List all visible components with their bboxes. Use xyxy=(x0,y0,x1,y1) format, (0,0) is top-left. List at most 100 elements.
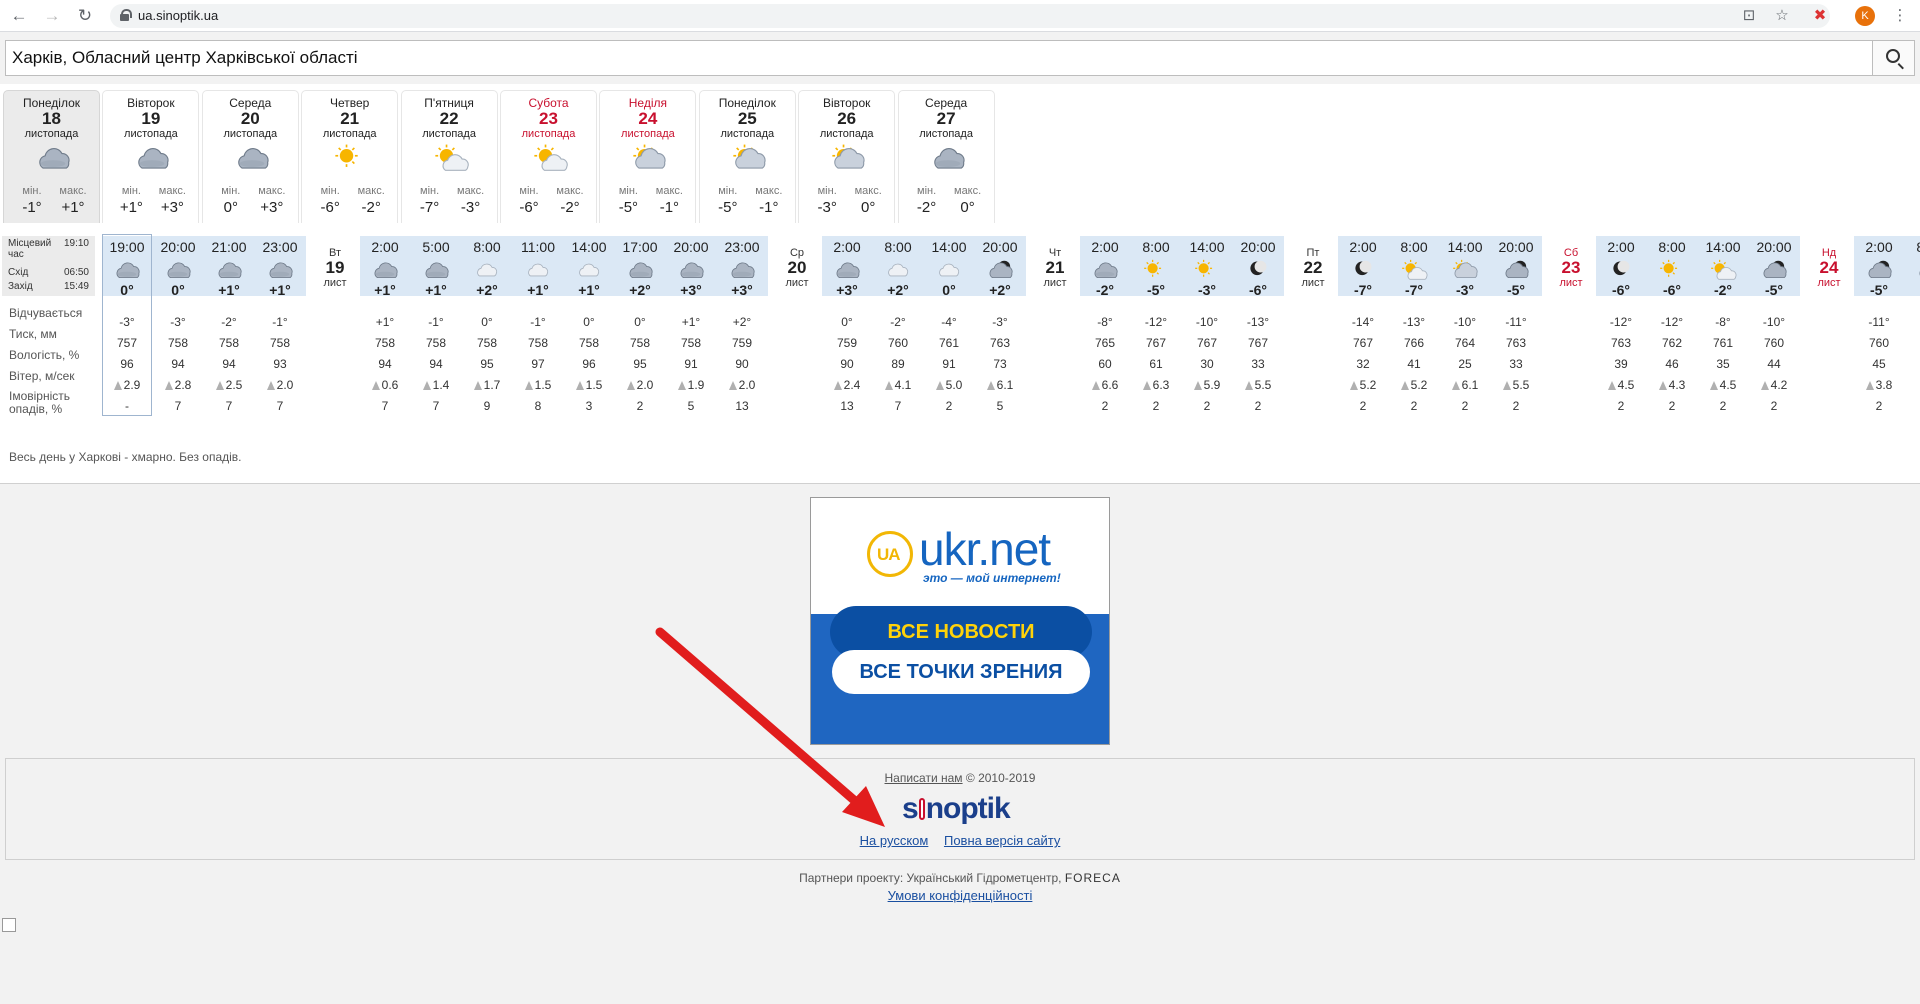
hour-pressure: 758 xyxy=(374,336,396,350)
footer-copyright: Написати нам © 2010-2019 xyxy=(884,771,1036,785)
hour-wind: 5.9 xyxy=(1182,378,1232,392)
divider-day: 21 xyxy=(1045,258,1065,277)
hour-pressure: 758 xyxy=(167,336,189,350)
wind-arrow-icon xyxy=(728,381,737,390)
wind-speed: 2.0 xyxy=(738,378,756,392)
day-tab-21[interactable]: Четвер 21 листопада мін. макс. -6° -2° xyxy=(301,90,399,223)
partly-cloudy-icon xyxy=(730,143,768,173)
hour-humidity: 93 xyxy=(273,357,287,371)
forward-arrow-icon[interactable]: → xyxy=(41,5,63,27)
cloud-icon xyxy=(521,259,555,281)
russian-language-link[interactable]: На русском xyxy=(860,833,929,848)
hour-precip: 2 xyxy=(636,399,644,413)
hour-feels: -10 xyxy=(1905,315,1920,329)
hour-time: 2:00 xyxy=(1607,239,1635,255)
wind-speed: 6.1 xyxy=(996,378,1014,392)
forecast-panel: Понеділок 18 листопада мін. макс. -1° +1° Вівто… xyxy=(0,84,1920,484)
hour-pressure: 763 xyxy=(1610,336,1632,350)
sun-icon xyxy=(1139,259,1173,281)
hour-feels: +1° xyxy=(681,315,701,329)
sun-sunrise: 06:50 xyxy=(63,267,89,278)
wind-speed: 6.1 xyxy=(1461,378,1479,392)
divider-month: лист xyxy=(1301,277,1325,289)
write-us-link[interactable]: Написати нам xyxy=(885,771,963,785)
hour-time: 8:00 xyxy=(1142,239,1170,255)
search-button[interactable] xyxy=(1872,41,1914,75)
hour-wind: 2.0 xyxy=(255,378,305,392)
cloudy-icon xyxy=(34,143,72,173)
location-search-bar[interactable]: Харків, Обласний центр Харківської облас… xyxy=(5,40,1915,76)
hour-humidity: 30 xyxy=(1200,357,1214,371)
wind-speed: 2.8 xyxy=(174,378,192,392)
hour-precip: 7 xyxy=(894,399,902,413)
day-tab-26[interactable]: Вівторок 26 листопада мін. макс. -3° 0° xyxy=(798,90,896,223)
hour-pressure: 767 xyxy=(1145,336,1167,350)
day-tab-18[interactable]: Понеділок 18 листопада мін. макс. -1° +1° xyxy=(3,90,100,223)
day-month: листопада xyxy=(422,128,476,140)
sun-local-label: Місцевий час xyxy=(8,238,52,260)
day-name: Понеділок xyxy=(718,96,776,110)
wind-arrow-icon xyxy=(164,381,173,390)
back-arrow-icon[interactable]: ← xyxy=(8,5,30,27)
min-label: мін. xyxy=(121,185,141,197)
max-label: макс. xyxy=(59,185,87,197)
banner-views-button[interactable]: ВСЕ ТОЧКИ ЗРЕНИЯ xyxy=(832,650,1090,694)
day-number: 24 xyxy=(638,109,658,128)
hour-wind: 1.5 xyxy=(513,378,563,392)
hour-precip: 5 xyxy=(687,399,695,413)
day-tab-20[interactable]: Середа 20 листопада мін. макс. 0° +3° xyxy=(201,90,299,223)
page-root: { "browser": { "url": "ua.sinoptik.ua", … xyxy=(0,0,1920,1004)
overcast-icon xyxy=(1913,259,1920,281)
sun-info: Місцевий час 19:10 Схід 06:50 Захід 15:49 xyxy=(2,236,95,296)
hour-feels: -4° xyxy=(941,315,957,329)
day-tab-25[interactable]: Понеділок 25 листопада мін. макс. -5° -1° xyxy=(698,90,796,223)
wind-speed: 5.2 xyxy=(1359,378,1377,392)
hour-temp: 0° xyxy=(942,282,956,298)
day-summary: Весь день у Харкові - хмарно. Без опадів… xyxy=(9,450,242,464)
extension-icon[interactable]: ✖ xyxy=(1810,6,1830,26)
reload-icon[interactable]: ↻ xyxy=(74,5,96,27)
translate-icon[interactable]: ⊡ xyxy=(1739,6,1759,26)
hour-time: 23:00 xyxy=(262,239,298,255)
address-bar[interactable]: ua.sinoptik.ua xyxy=(110,4,1830,28)
wind-speed: 5.0 xyxy=(945,378,963,392)
hour-time: 20:00 xyxy=(1240,239,1276,255)
partly-cloudy-icon xyxy=(829,143,867,173)
wind-arrow-icon xyxy=(371,381,380,390)
foreca-logo[interactable]: FORECA xyxy=(1065,871,1121,885)
hour-wind: 1.9 xyxy=(666,378,716,392)
wind-arrow-icon xyxy=(833,381,842,390)
hour-precip: 13 xyxy=(840,399,854,413)
day-tab-27[interactable]: Середа 27 листопада мін. макс. -2° 0° xyxy=(897,90,995,223)
hour-pressure: 761 xyxy=(1712,336,1734,350)
min-label: мін. xyxy=(817,185,837,197)
hour-time: 2:00 xyxy=(1349,239,1377,255)
day-tab-23[interactable]: Субота 23 листопада мін. макс. -6° -2° xyxy=(500,90,597,223)
overcast-icon xyxy=(212,259,246,281)
hour-wind: 6.1 xyxy=(1440,378,1490,392)
day-tab-24[interactable]: Неділя 24 листопада мін. макс. -5° -1° xyxy=(599,90,697,223)
hour-precip: 7 xyxy=(381,399,389,413)
hour-precip: 2 xyxy=(1101,399,1109,413)
avatar[interactable]: K xyxy=(1855,6,1875,26)
row-label-wind: Вітер, м/сек xyxy=(9,369,75,383)
hour-temp: -5° xyxy=(1764,282,1784,298)
hour-feels: -13° xyxy=(1246,315,1270,329)
day-tab-22[interactable]: П'ятниця 22 листопада мін. макс. -7° -3° xyxy=(400,90,498,223)
star-icon[interactable]: ☆ xyxy=(1772,6,1792,26)
menu-kebab-icon[interactable]: ⋮ xyxy=(1890,6,1910,26)
min-label: мін. xyxy=(917,185,937,197)
day-tab-19[interactable]: Вівторок 19 листопада мін. макс. +1° +3° xyxy=(102,90,200,223)
sinoptik-logo[interactable]: s noptik xyxy=(902,792,1011,826)
day-name: Середа xyxy=(229,96,272,110)
ad-banner[interactable]: UA ukr.net это — мой интернет! ВСЕ НОВОС… xyxy=(810,497,1110,745)
min-label: мін. xyxy=(618,185,638,197)
full-version-link[interactable]: Повна версія сайту xyxy=(944,833,1060,848)
day-divider-23: Сб 23 лист xyxy=(1548,247,1594,289)
hour-wind: 2.8 xyxy=(153,378,203,392)
privacy-link[interactable]: Умови конфіденційності xyxy=(888,888,1033,903)
wind-arrow-icon xyxy=(215,381,224,390)
max-temp: -1° xyxy=(759,199,779,216)
day-number: 21 xyxy=(340,109,360,128)
max-temp: -2° xyxy=(361,199,381,216)
